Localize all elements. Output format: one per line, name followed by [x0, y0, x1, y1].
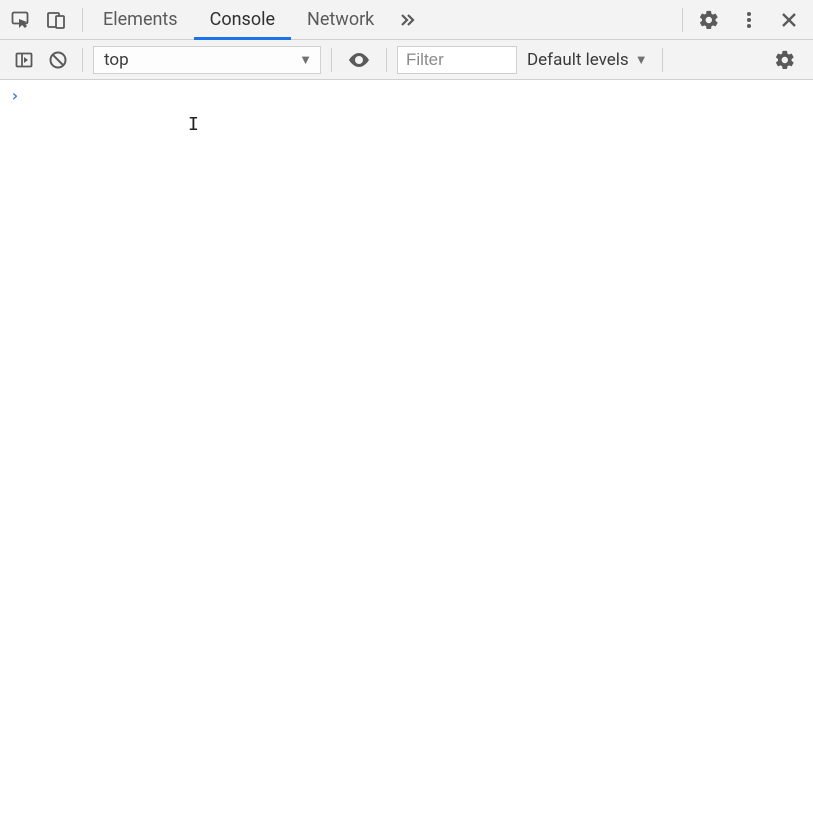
close-icon: [780, 11, 798, 29]
right-tool-group: [678, 4, 807, 36]
main-tab-bar: Elements Console Network: [0, 0, 813, 40]
device-icon: [46, 10, 66, 30]
console-settings-button[interactable]: [767, 44, 803, 76]
console-toolbar: top ▼ Default levels ▼: [0, 40, 813, 80]
tab-console[interactable]: Console: [194, 0, 291, 39]
prompt-caret-icon: ›: [10, 86, 20, 105]
divider: [682, 8, 683, 32]
more-vertical-icon: [739, 10, 759, 30]
chevron-down-icon: ▼: [299, 52, 312, 68]
left-tool-group: [6, 4, 78, 36]
clear-console-button[interactable]: [44, 44, 72, 76]
console-output-area[interactable]: › I: [0, 80, 813, 835]
inspect-cursor-icon: [10, 10, 30, 30]
divider: [662, 48, 663, 72]
divider: [82, 48, 83, 72]
chevron-double-right-icon: [399, 11, 417, 29]
text-cursor-icon: I: [188, 114, 199, 135]
divider: [82, 8, 83, 32]
tab-network[interactable]: Network: [291, 0, 390, 39]
kebab-menu-button[interactable]: [731, 4, 767, 36]
console-filter-input[interactable]: [397, 46, 517, 74]
live-expression-button[interactable]: [342, 44, 376, 76]
context-select-value: top: [104, 50, 129, 70]
inspect-element-button[interactable]: [6, 4, 34, 36]
toggle-console-sidebar-button[interactable]: [10, 44, 38, 76]
sidebar-toggle-icon: [14, 50, 34, 70]
tab-elements[interactable]: Elements: [87, 0, 194, 39]
gear-icon: [698, 9, 720, 31]
divider: [386, 48, 387, 72]
console-prompt-line[interactable]: ›: [0, 80, 813, 108]
divider: [331, 48, 332, 72]
levels-select-label: Default levels: [527, 50, 629, 70]
device-toolbar-button[interactable]: [42, 4, 70, 36]
chevron-down-icon: ▼: [635, 52, 648, 68]
execution-context-select[interactable]: top ▼: [93, 46, 321, 74]
tab-list: Elements Console Network: [87, 0, 390, 39]
settings-button[interactable]: [691, 4, 727, 36]
gear-icon: [774, 49, 796, 71]
eye-icon: [347, 48, 371, 72]
close-devtools-button[interactable]: [771, 4, 807, 36]
more-tabs-button[interactable]: [390, 0, 426, 39]
ban-icon: [48, 50, 68, 70]
log-levels-select[interactable]: Default levels ▼: [523, 50, 652, 70]
